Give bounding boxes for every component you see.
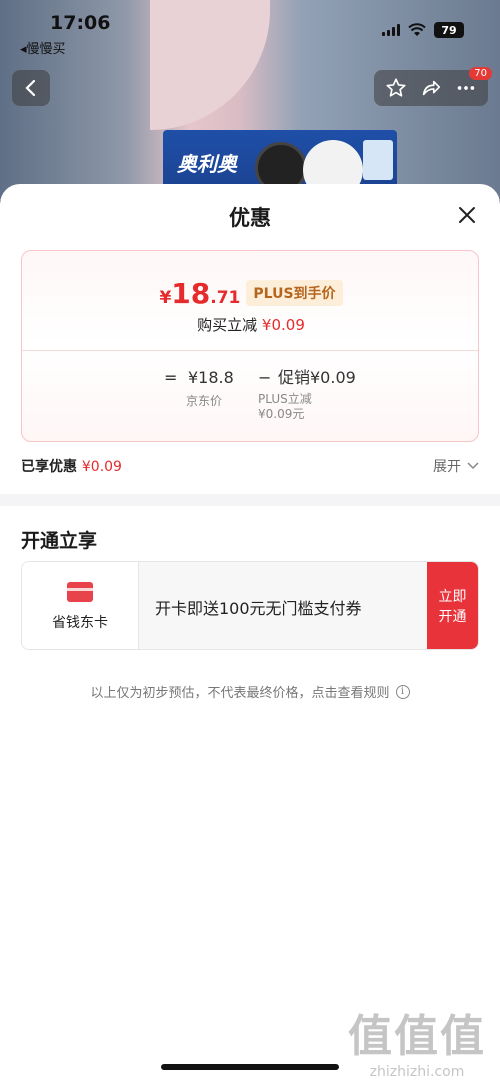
formula-base-price: ¥18.8	[188, 368, 234, 387]
price-formula: = ¥18.8 − 促销¥0.09 京东价 PLUS立减 ¥0.09元	[164, 364, 356, 422]
back-button[interactable]	[12, 70, 50, 106]
info-icon: i	[395, 684, 410, 699]
enjoyed-label: 已享优惠	[21, 459, 77, 475]
close-icon[interactable]	[456, 204, 478, 226]
background-decoration	[150, 0, 270, 130]
more-icon[interactable]	[455, 77, 477, 99]
back-to-app-link[interactable]: ◂慢慢买	[20, 38, 66, 57]
enjoyed-discount: 已享优惠 ¥0.09	[21, 456, 122, 476]
final-price-line: ¥18.71 PLUS到手价	[22, 277, 478, 311]
chevron-left-icon	[25, 79, 36, 97]
discount-sheet: 优惠 ¥18.71 PLUS到手价 购买立减 ¥0.09 = ¥18.8 − 促…	[0, 184, 500, 1081]
enjoyed-discount-row: 已享优惠 ¥0.09 展开	[21, 456, 479, 476]
home-indicator[interactable]	[161, 1064, 339, 1070]
promo-label-line2: ¥0.09元	[258, 407, 305, 421]
formula-base-label: 京东价	[186, 394, 223, 408]
formula-minus: −	[258, 368, 272, 387]
formula-promo: 促销¥0.09	[278, 368, 356, 387]
enjoyed-value: ¥0.09	[81, 459, 122, 475]
status-time: 17:06	[50, 12, 111, 34]
product-brand-text: 奥利奥	[177, 152, 237, 176]
open-now-button[interactable]: 立即开通	[427, 562, 478, 649]
disclaimer-text: 以上仅为初步预估，不代表最终价格，点击查看规则	[90, 686, 390, 701]
open-section-title: 开通立享	[21, 530, 98, 552]
watermark-small: zhizhizhi.com	[369, 1064, 465, 1080]
expand-toggle[interactable]: 展开	[433, 456, 479, 476]
formula-equals: =	[164, 368, 178, 387]
star-icon[interactable]	[385, 77, 407, 99]
plus-price-tag: PLUS到手价	[246, 280, 343, 306]
watermark-logo: 值值值 zhizhizhi.com	[348, 1000, 486, 1080]
instant-discount-label: 购买立减	[197, 316, 258, 334]
price-integer: 18	[171, 277, 211, 310]
price-breakdown-card: ¥18.71 PLUS到手价 购买立减 ¥0.09 = ¥18.8 − 促销¥0…	[21, 250, 479, 442]
formula-promo-label: PLUS立减 ¥0.09元	[258, 392, 338, 422]
section-separator	[0, 494, 500, 506]
credit-card-icon	[67, 581, 93, 602]
membership-card[interactable]: 省钱东卡 开卡即送100元无门槛支付券 立即开通	[21, 561, 479, 650]
battery-icon: 79	[434, 22, 464, 38]
signal-icon	[382, 24, 400, 36]
final-price: ¥18.71	[159, 277, 240, 310]
rules-link[interactable]: 以上仅为初步预估，不代表最终价格，点击查看规则 i	[0, 682, 500, 701]
instant-discount-line: 购买立减 ¥0.09	[22, 314, 478, 335]
membership-card-left: 省钱东卡	[22, 562, 139, 649]
wifi-icon	[408, 23, 426, 36]
watermark-big: 值值值	[348, 1011, 486, 1062]
price-decimal: .71	[210, 288, 241, 308]
cart-badge: 70	[469, 67, 492, 80]
chevron-down-icon	[467, 462, 479, 470]
sheet-title: 优惠	[229, 206, 271, 230]
promo-label-line1: PLUS立减	[258, 392, 312, 406]
instant-discount-value: ¥0.09	[261, 316, 305, 334]
expand-label: 展开	[433, 459, 461, 475]
price-currency: ¥	[159, 288, 172, 308]
share-icon[interactable]	[420, 77, 442, 99]
status-icons: 79	[382, 22, 464, 38]
membership-offer: 开卡即送100元无门槛支付券	[155, 598, 362, 618]
card-divider	[22, 350, 478, 351]
package-tag	[363, 140, 393, 180]
membership-name: 省钱东卡	[52, 614, 108, 631]
